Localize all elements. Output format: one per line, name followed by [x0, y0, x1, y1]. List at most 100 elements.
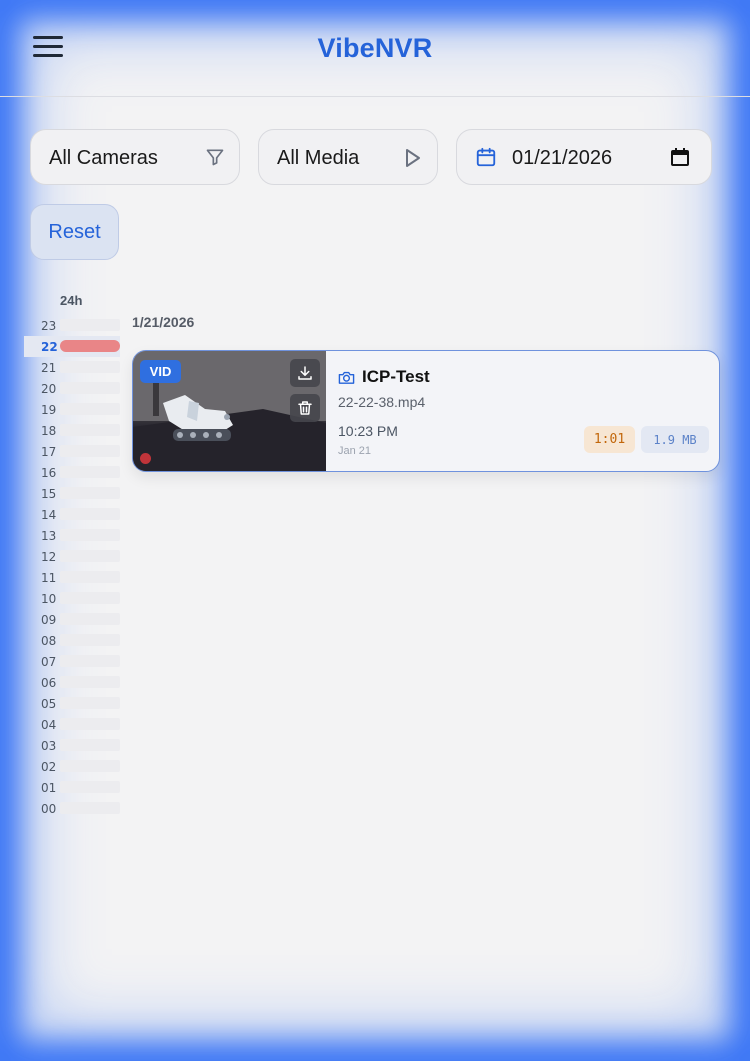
trash-icon	[298, 401, 312, 415]
camera-row: ICP-Test	[338, 367, 430, 387]
app-title: VibeNVR	[317, 33, 433, 63]
timeline-hour-07[interactable]: 07	[24, 651, 120, 672]
video-thumbnail[interactable]: VID	[133, 351, 326, 471]
hour-label: 05	[41, 697, 57, 711]
hour-label: 06	[41, 676, 57, 690]
timeline-hour-05[interactable]: 05	[24, 693, 120, 714]
media-filter-label: All Media	[277, 147, 360, 169]
hour-label: 00	[41, 802, 57, 816]
hour-activity-bar	[60, 697, 120, 709]
recording-time: 10:23 PM	[338, 423, 398, 439]
hour-label: 07	[41, 655, 57, 669]
hour-label: 02	[41, 760, 57, 774]
timeline-hour-18[interactable]: 18	[24, 420, 120, 441]
date-filter-input[interactable]: 01/21/2026	[456, 129, 712, 185]
timeline-hour-03[interactable]: 03	[24, 735, 120, 756]
hour-activity-bar	[60, 529, 120, 541]
download-icon	[298, 366, 312, 380]
hour-label: 03	[41, 739, 57, 753]
video-type-badge: VID	[140, 360, 181, 383]
hour-label: 21	[41, 361, 57, 375]
app-frame: VibeNVR All Cameras All Media 01/21/2026…	[0, 0, 750, 1061]
hour-activity-bar	[60, 445, 120, 457]
timeline-hour-20[interactable]: 20	[24, 378, 120, 399]
timeline-hour-13[interactable]: 13	[24, 525, 120, 546]
calendar-icon	[476, 147, 496, 167]
hour-activity-bar	[60, 739, 120, 751]
timeline-hour-00[interactable]: 00	[24, 798, 120, 819]
hour-label: 15	[41, 487, 57, 501]
timeline-hour-12[interactable]: 12	[24, 546, 120, 567]
calendar-picker-icon[interactable]	[670, 147, 690, 167]
hour-label: 16	[41, 466, 57, 480]
hour-label: 17	[41, 445, 57, 459]
hour-activity-bar	[60, 760, 120, 772]
timeline-hour-21[interactable]: 21	[24, 357, 120, 378]
delete-button[interactable]	[290, 394, 320, 422]
timeline-hour-04[interactable]: 04	[24, 714, 120, 735]
timeline-hour-19[interactable]: 19	[24, 399, 120, 420]
timeline-header: 24h	[60, 293, 83, 308]
hour-label: 08	[41, 634, 57, 648]
timeline-hour-15[interactable]: 15	[24, 483, 120, 504]
hour-activity-bar	[60, 592, 120, 604]
duration-badge: 1:01	[584, 426, 635, 453]
hour-activity-bar	[60, 424, 120, 436]
camera-icon	[338, 371, 355, 384]
hour-label: 13	[41, 529, 57, 543]
hour-label: 04	[41, 718, 57, 732]
hour-label: 10	[41, 592, 57, 606]
hour-label: 19	[41, 403, 57, 417]
hour-label: 23	[41, 319, 57, 333]
timeline-hour-16[interactable]: 16	[24, 462, 120, 483]
hour-label: 09	[41, 613, 57, 627]
hour-activity-bar	[60, 361, 120, 373]
app-header: VibeNVR	[0, 0, 750, 97]
hour-activity-bar	[60, 613, 120, 625]
hour-label: 11	[41, 571, 57, 585]
hour-activity-bar	[60, 319, 120, 331]
timeline-hour-14[interactable]: 14	[24, 504, 120, 525]
recording-card[interactable]: VID ICP-Test 22-22-38.mp4 10:23 PM Jan 2…	[132, 350, 720, 472]
hour-activity-bar	[60, 571, 120, 583]
file-size-badge: 1.9 MB	[641, 426, 709, 453]
filter-icon	[206, 149, 224, 166]
timeline-hour-06[interactable]: 06	[24, 672, 120, 693]
recording-date: Jan 21	[338, 445, 372, 457]
hour-label: 12	[41, 550, 57, 564]
timeline-hour-02[interactable]: 02	[24, 756, 120, 777]
hour-activity-bar	[60, 676, 120, 688]
hour-activity-bar	[60, 655, 120, 667]
play-icon	[406, 149, 420, 167]
hour-activity-bar	[60, 340, 120, 352]
hour-label: 20	[41, 382, 57, 396]
hour-activity-bar	[60, 550, 120, 562]
recording-indicator	[140, 453, 151, 464]
timeline-hour-08[interactable]: 08	[24, 630, 120, 651]
hour-label: 18	[41, 424, 57, 438]
media-filter-select[interactable]: All Media	[258, 129, 438, 185]
hour-activity-bar	[60, 466, 120, 478]
timeline-hour-10[interactable]: 10	[24, 588, 120, 609]
hour-label: 22	[41, 340, 58, 354]
camera-filter-select[interactable]: All Cameras	[30, 129, 240, 185]
hour-label: 01	[41, 781, 57, 795]
hour-activity-bar	[60, 718, 120, 730]
hour-activity-bar	[60, 403, 120, 415]
timeline-hour-09[interactable]: 09	[24, 609, 120, 630]
timeline-hour-17[interactable]: 17	[24, 441, 120, 462]
timeline-hour-23[interactable]: 23	[24, 315, 120, 336]
timeline-hour-22[interactable]: 22	[24, 336, 120, 357]
hour-label: 14	[41, 508, 57, 522]
reset-button[interactable]: Reset	[30, 204, 119, 260]
hour-activity-bar	[60, 487, 120, 499]
hour-activity-bar	[60, 508, 120, 520]
camera-filter-label: All Cameras	[49, 147, 158, 169]
timeline-hour-01[interactable]: 01	[24, 777, 120, 798]
download-button[interactable]	[290, 359, 320, 387]
hour-activity-bar	[60, 781, 120, 793]
camera-name: ICP-Test	[362, 367, 430, 386]
timeline-hour-11[interactable]: 11	[24, 567, 120, 588]
date-value: 01/21/2026	[512, 147, 613, 169]
recording-filename: 22-22-38.mp4	[338, 394, 426, 410]
